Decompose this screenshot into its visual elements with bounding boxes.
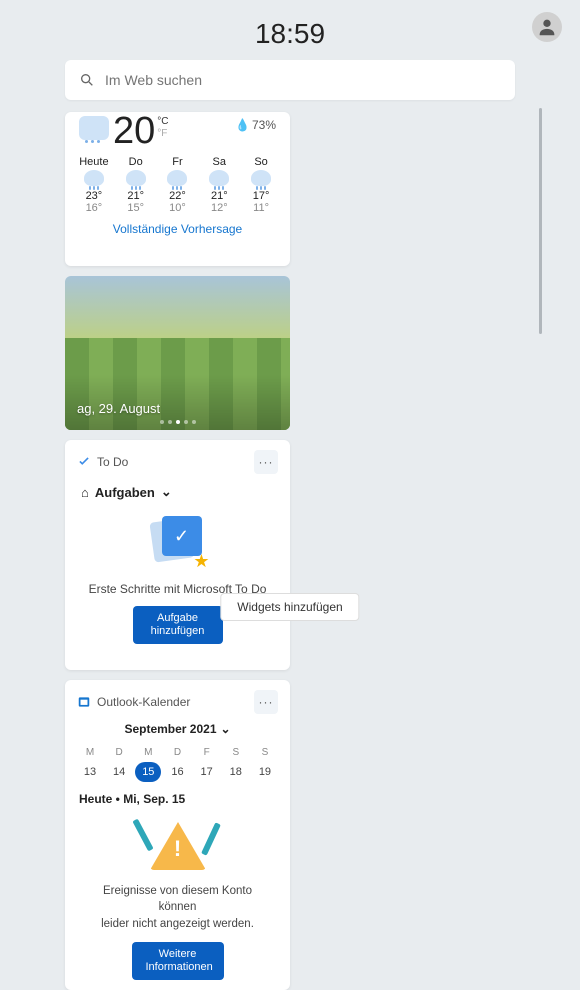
calendar-weekday: D [164, 742, 190, 762]
calendar-warning-illustration: ! [138, 816, 218, 875]
weather-full-forecast-link[interactable]: Vollständige Vorhersage [73, 222, 282, 236]
calendar-title: Outlook-Kalender [97, 695, 248, 709]
todo-add-task-button[interactable]: Aufgabehinzufügen [133, 606, 223, 644]
calendar-day[interactable]: 19 [252, 762, 278, 782]
header: 18:59 [0, 0, 580, 60]
calendar-weekday: S [252, 742, 278, 762]
weather-day-icon [251, 170, 271, 186]
photo-widget[interactable]: ag, 29. August [65, 276, 290, 430]
todo-widget: To Do ··· ⌂ Aufgaben ⌄ ✓★ Erste Schritte… [65, 440, 290, 670]
widget-area: 20 °C °F 💧 73% Heute23°16°Do21°15°Fr22°1… [0, 112, 580, 990]
weather-day[interactable]: Heute23°16° [76, 156, 112, 214]
calendar-days-row: 13141516171819 [77, 762, 278, 782]
todo-title: To Do [97, 455, 248, 469]
calendar-day[interactable]: 16 [164, 762, 190, 782]
calendar-weekday: F [194, 742, 220, 762]
todo-list-selector[interactable]: ⌂ Aufgaben ⌄ [77, 484, 172, 500]
weather-day[interactable]: Do21°15° [118, 156, 154, 214]
weather-unit[interactable]: °C °F [157, 116, 168, 140]
weather-day[interactable]: Fr22°10° [159, 156, 195, 214]
calendar-day[interactable]: 17 [194, 762, 220, 782]
weather-day-icon [84, 170, 104, 186]
calendar-error-message: Ereignisse von diesem Konto könnenleider… [77, 883, 278, 931]
add-widgets-button[interactable]: Widgets hinzufügen [220, 593, 359, 621]
calendar-more-button[interactable]: ··· [254, 690, 278, 714]
calendar-weekday: D [106, 742, 132, 762]
weather-day-icon [167, 170, 187, 186]
calendar-day[interactable]: 15 [135, 762, 161, 782]
photo-pagination[interactable] [160, 420, 196, 424]
weather-temp: 20 [113, 112, 155, 150]
calendar-today-label: Heute • Mi, Sep. 15 [77, 792, 185, 806]
calendar-widget: Outlook-Kalender ··· September 2021 ⌄ MD… [65, 680, 290, 990]
calendar-weekday: S [223, 742, 249, 762]
search-icon [79, 72, 95, 88]
search-input[interactable] [105, 72, 501, 88]
chevron-down-icon: ⌄ [221, 722, 231, 736]
weather-day-icon [209, 170, 229, 186]
weather-forecast-row: Heute23°16°Do21°15°Fr22°10°Sa21°12°So17°… [73, 156, 282, 214]
search-box[interactable] [65, 60, 515, 100]
weather-day[interactable]: Sa21°12° [201, 156, 237, 214]
photo-image [65, 338, 290, 430]
calendar-day[interactable]: 13 [77, 762, 103, 782]
calendar-more-info-button[interactable]: WeitereInformationen [132, 942, 224, 980]
avatar[interactable] [532, 12, 562, 42]
calendar-month-selector[interactable]: September 2021 ⌄ [124, 722, 230, 736]
weather-humidity: 💧 73% [235, 118, 276, 132]
outlook-icon [77, 695, 91, 709]
weather-current-icon [79, 116, 109, 140]
scrollbar-thumb[interactable] [539, 108, 542, 334]
clock: 18:59 [255, 18, 325, 50]
weather-widget[interactable]: 20 °C °F 💧 73% Heute23°16°Do21°15°Fr22°1… [65, 112, 290, 266]
todo-icon [77, 455, 91, 469]
home-icon: ⌂ [81, 485, 89, 500]
calendar-weekdays: MDMDFSS [77, 742, 278, 762]
calendar-day[interactable]: 14 [106, 762, 132, 782]
droplet-icon: 💧 [235, 118, 250, 132]
photo-caption: ag, 29. August [77, 401, 160, 416]
weather-day-icon [126, 170, 146, 186]
chevron-down-icon: ⌄ [161, 484, 172, 500]
todo-more-button[interactable]: ··· [254, 450, 278, 474]
todo-illustration: ✓★ [148, 514, 208, 570]
calendar-weekday: M [135, 742, 161, 762]
weather-day[interactable]: So17°11° [243, 156, 279, 214]
user-icon [536, 16, 558, 38]
calendar-weekday: M [77, 742, 103, 762]
calendar-day[interactable]: 18 [223, 762, 249, 782]
